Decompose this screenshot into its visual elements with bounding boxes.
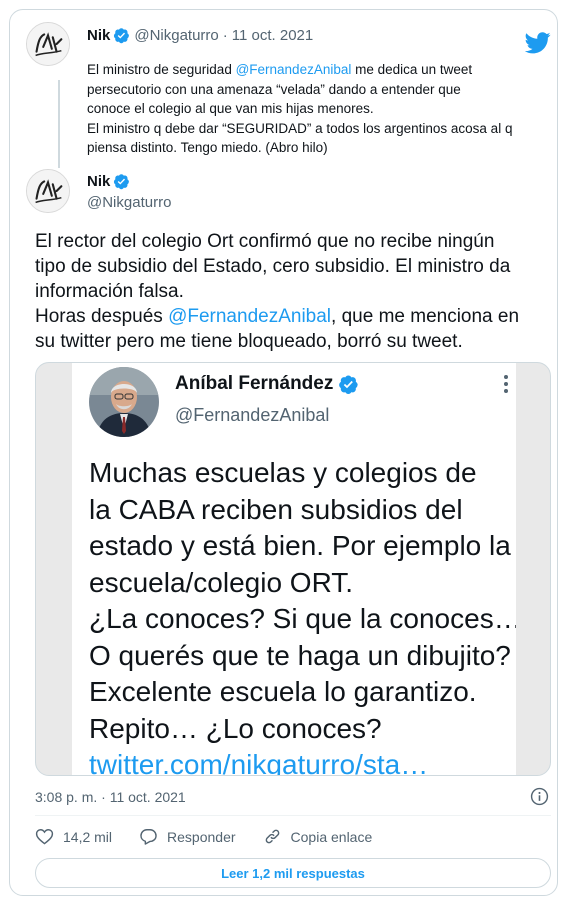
text-line: conoce el colegio al que van mis hijas m… (87, 101, 374, 116)
tweet-timestamp[interactable]: 3:08 p. m. · 11 oct. 2021 (35, 789, 186, 805)
quoted-author-row: Nik @Nikgaturro · 11 oct. 2021 (87, 27, 313, 44)
text-line: piensa distinto. Tengo miedo. (Abro hilo… (87, 140, 328, 155)
text-line: ¿La conoces? Si que la conoces… (89, 603, 516, 634)
verified-badge-icon (114, 28, 130, 44)
copy-link-button[interactable]: Copia enlace (263, 827, 373, 846)
info-icon[interactable] (530, 787, 549, 806)
heart-icon (35, 829, 54, 845)
avatar-image (89, 367, 159, 437)
avatar-image (27, 23, 69, 65)
reply-button[interactable]: Responder (139, 827, 236, 846)
main-handle-row: @Nikgaturro (87, 194, 171, 211)
main-tweet-text: El rector del colegio Ort confirmó que n… (35, 229, 555, 354)
text-line: tipo de subsidio del Estado, cero subsid… (35, 256, 511, 277)
verified-badge-icon (339, 374, 359, 394)
text-segment: me dedica un tweet (351, 62, 473, 77)
avatar[interactable] (26, 169, 70, 213)
reply-label: Responder (167, 828, 236, 845)
text-line: la CABA reciben subsidios del (89, 493, 463, 525)
more-options-icon (504, 375, 508, 393)
reply-bubble-icon (140, 829, 157, 845)
thread-connector-line (58, 80, 60, 168)
text-line: El ministro de seguridad @FernandezAniba… (87, 60, 557, 80)
text-line: persecutorio con una amenaza “velada” da… (87, 81, 461, 97)
verified-badge-icon (114, 174, 130, 190)
embedded-link: twitter.com/nikgaturro/sta… (89, 749, 429, 776)
author-name[interactable]: Nik (87, 173, 110, 190)
text-line: Repito… ¿Lo conoces? (89, 712, 382, 744)
author-handle: @FernandezAnibal (175, 405, 330, 425)
text-line: su twitter pero me tiene bloqueado, borr… (35, 331, 463, 352)
text-line: información falsa. (35, 281, 184, 302)
copy-link-label: Copia enlace (290, 828, 373, 845)
main-author-row: Nik (87, 173, 130, 190)
text-segment: Horas después (35, 306, 169, 327)
attached-image[interactable]: Aníbal Fernández @FernandezAnibal Muchas… (35, 362, 551, 776)
text-line: El rector del colegio Ort confirmó que n… (35, 231, 495, 252)
avatar (89, 367, 159, 437)
mention-link[interactable]: @FernandezAnibal (236, 62, 352, 77)
twitter-bird-icon[interactable] (525, 32, 551, 54)
text-line: O querés que te haga un dibujito? (89, 639, 511, 671)
author-name[interactable]: Nik (87, 27, 110, 44)
author-handle[interactable]: @Nikgaturro (87, 194, 171, 211)
tweet-date[interactable]: 11 oct. 2021 (232, 27, 313, 44)
quoted-tweet-text: El ministro de seguridad @FernandezAniba… (87, 60, 557, 158)
link-icon (265, 829, 279, 844)
text-line: El ministro q debe dar “SEGURIDAD” a tod… (87, 120, 513, 136)
text-line: Muchas escuelas y colegios de (89, 457, 477, 488)
embedded-tweet-screenshot: Aníbal Fernández @FernandezAnibal Muchas… (72, 363, 516, 776)
tweet-card: Nik @Nikgaturro · 11 oct. 2021 El minist… (9, 9, 558, 896)
embedded-tweet-text: Muchas escuelas y colegios de la CABA re… (89, 455, 516, 776)
text-segment: El ministro de seguridad (87, 62, 236, 77)
author-name: Aníbal Fernández (175, 373, 334, 394)
mention-link[interactable]: @FernandezAnibal (168, 306, 331, 327)
embedded-author-row: Aníbal Fernández (175, 373, 359, 395)
like-count: 14,2 mil (63, 828, 113, 845)
separator-dot: · (222, 27, 228, 44)
text-line: Excelente escuela lo garantizo. (89, 676, 477, 707)
text-line: Horas después @FernandezAnibal, que me m… (35, 304, 555, 329)
avatar-image (27, 170, 69, 212)
text-line: estado y está bien. Por ejemplo la (89, 530, 511, 561)
avatar[interactable] (26, 22, 70, 66)
text-line: escuela/colegio ORT. (89, 566, 354, 598)
tweet-actions: 14,2 mil Responder Copia enlace (35, 827, 399, 846)
author-handle[interactable]: @Nikgaturro (134, 27, 218, 44)
like-button[interactable]: 14,2 mil (35, 827, 112, 846)
text-segment: , que me menciona en (331, 306, 520, 327)
read-replies-button[interactable]: Leer 1,2 mil respuestas (35, 858, 551, 888)
divider (35, 815, 551, 816)
